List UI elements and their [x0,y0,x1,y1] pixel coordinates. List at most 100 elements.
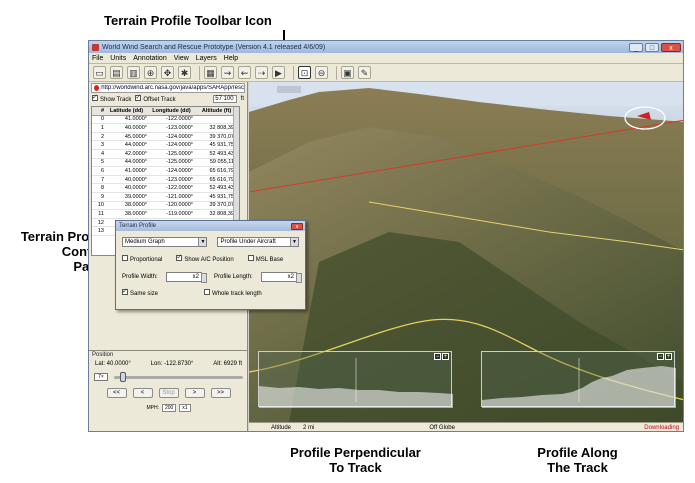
table-row[interactable]: 11 38.0000° -119.0000° 32 808,399 [92,210,239,219]
table-cell: 7 [100,176,104,183]
dialog-title: Terrain Profile [119,223,157,229]
terrain-profile-icon[interactable]: ⊡ [298,66,311,79]
table-cell: 42.0000° [124,150,147,157]
graph-size-select[interactable]: Medium Graph ▼ [122,237,208,247]
menu-annotation[interactable]: Annotation [133,55,166,62]
aircraft-icon[interactable]: ⊖ [315,66,328,79]
dialog-checkbox-row: Proportional Show A/C Position MSL Base [116,252,305,266]
spinner-icon[interactable] [201,273,207,283]
step-forward-button[interactable]: > [184,388,205,398]
chevron-down-icon: ▼ [290,238,298,246]
col-index[interactable]: # [92,108,106,114]
position-readout: Lat: 40.0000° Lon: -122.8730° Alt: 6929 … [89,359,248,369]
track-icon[interactable]: ⇝ [221,66,234,79]
table-row[interactable]: 8 40.0000° -122.0000° 52 493,438 [92,184,239,193]
fast-forward-button[interactable]: >> [210,388,231,398]
profile-width-input[interactable]: x2 [166,272,207,283]
position-panel: Position Lat: 40.0000° Lon: -122.8730° A… [89,350,248,431]
table-row[interactable]: 3 44.0000° -124.0000° 45 931,759 [92,141,239,150]
layer-icon[interactable]: ▣ [341,66,354,79]
playback-controls: << < Stop > >> [89,385,248,401]
offset-value-input[interactable]: 57 100 [212,95,237,103]
slider-thumb[interactable] [120,371,126,382]
table-row[interactable]: 2 45.0000° -124.0000° 39 370,079 [92,133,239,142]
table-row[interactable]: 4 42.0000° -125.0000° 52 493,438 [92,150,239,159]
table-row[interactable]: 9 39.0000° -121.0000° 45 931,759 [92,193,239,202]
speed-selector[interactable]: 7× [94,373,108,381]
annotation-icon[interactable]: ✎ [358,66,371,79]
speed-row: MPH: 200 x1 [89,401,248,415]
show-track-checkbox[interactable]: Show Track [92,93,132,103]
col-latitude[interactable]: Latitude (dd) [106,108,150,114]
same-size-checkbox[interactable]: Same size [122,287,158,297]
mph-input[interactable]: 200 [161,404,177,412]
play-icon[interactable]: ▶ [272,66,285,79]
msl-base-checkbox[interactable]: MSL Base [247,255,283,263]
show-ac-checkbox[interactable]: Show A/C Position [176,253,234,263]
profile-length-input[interactable]: x2 [261,272,302,283]
move-icon[interactable]: ✥ [161,66,174,79]
checkbox-icon [204,289,211,295]
maximize-button[interactable]: □ [645,42,659,52]
minimize-button[interactable]: _ [629,42,643,52]
menu-file[interactable]: File [92,55,103,62]
terrain-view-icon[interactable]: ▦ [204,66,217,79]
profile-controls: − + [657,353,672,360]
copy-icon[interactable]: ▥ [127,66,140,79]
table-cell: -122.0000° [166,116,193,123]
altitude-tag [277,86,301,93]
show-track-label: Show Track [100,97,132,103]
menu-view[interactable]: View [174,55,189,62]
table-cell: 10 [97,202,104,209]
stop-button[interactable]: Stop [158,388,179,398]
proportional-checkbox[interactable]: Proportional [122,255,162,263]
offset-track-label: Offset Track [143,97,176,103]
profile-along-plot [482,358,676,408]
profile-width-label: Profile Width: [122,274,158,280]
menu-units[interactable]: Units [110,55,126,62]
annotation-line: To Track [329,460,382,475]
col-longitude[interactable]: Longitude (dd) [150,108,196,114]
rewind-button[interactable]: << [106,388,127,398]
step-back-button[interactable]: < [132,388,153,398]
spinner-icon[interactable] [296,273,302,283]
maximize-profile-button[interactable]: + [442,353,449,360]
minimize-profile-button[interactable]: − [434,353,441,360]
table-row[interactable]: 1 40.0000° -123.0000° 32 808,399 [92,124,239,133]
table-row[interactable]: 6 41.0000° -124.0000° 65 616,798 [92,167,239,176]
dialog-close-button[interactable]: x [291,222,303,230]
profile-perpendicular-graph[interactable]: − + [258,351,453,408]
follow-mode-select[interactable]: Profile Under Aircraft ▼ [217,237,299,247]
open-icon[interactable]: ▭ [93,66,106,79]
profile-along-graph[interactable]: − + [481,351,676,408]
whole-track-checkbox[interactable]: Whole track length [204,289,262,297]
show-ac-label: Show A/C Position [184,257,234,263]
table-row[interactable]: 5 44.0000° -125.0000° 59 055,118 [92,159,239,168]
maximize-profile-button[interactable]: + [665,353,672,360]
profile-controls: − + [434,353,449,360]
table-row[interactable]: 10 38.0000° -120.0000° 39 370,079 [92,202,239,211]
multiplier-select[interactable]: x1 [179,404,191,412]
track-options: Show Track Offset Track 57 100 ft [89,93,247,104]
annotation-line: Profile Perpendicular [290,445,421,460]
track-alt-icon[interactable]: ⇜ [238,66,251,79]
crosshair-icon[interactable]: ✱ [178,66,191,79]
close-button[interactable]: x [661,42,681,52]
offset-track-checkbox[interactable]: Offset Track [135,93,176,103]
menu-help[interactable]: Help [224,55,238,62]
zoom-icon[interactable]: ⊕ [144,66,157,79]
title-bar[interactable]: World Wind Search and Rescue Prototype (… [89,41,683,53]
table-row[interactable]: 0 41.0000° -122.0000° [92,116,239,125]
table-cell: 41.0000° [124,116,147,123]
position-slider[interactable] [114,371,243,382]
save-icon[interactable]: ▤ [110,66,123,79]
track-add-icon[interactable]: ⇢ [255,66,268,79]
table-cell: 0 [100,116,104,123]
minimize-profile-button[interactable]: − [657,353,664,360]
table-cell: 6 [100,167,104,174]
menu-layers[interactable]: Layers [196,55,217,62]
table-cell: 4 [100,150,104,157]
dialog-title-bar[interactable]: Terrain Profile x [116,221,305,231]
track-url-bar[interactable]: http://worldwind.arc.nasa.gov/java/apps/… [91,83,245,93]
table-row[interactable]: 7 40.0000° -123.0000° 65 616,798 [92,176,239,185]
